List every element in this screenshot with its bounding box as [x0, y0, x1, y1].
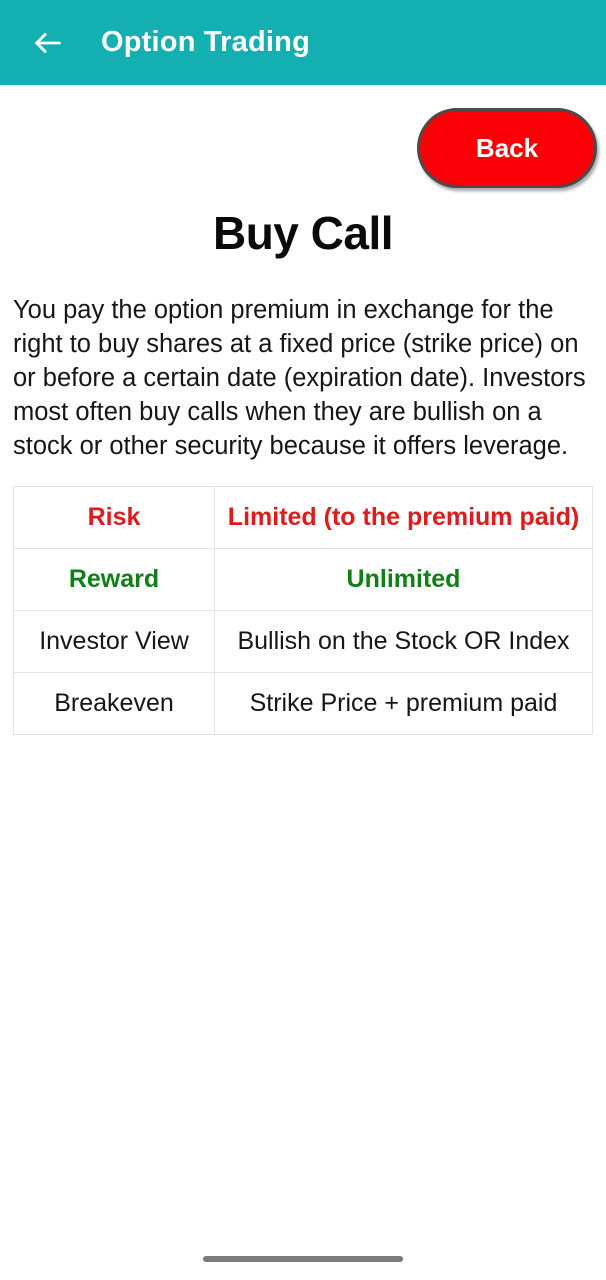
back-button-container: Back	[0, 85, 606, 188]
app-bar: Option Trading	[0, 0, 606, 85]
table-cell-value: Limited (to the premium paid)	[214, 486, 593, 549]
table-cell-label: Investor View	[13, 610, 215, 673]
content-area: Back Buy Call You pay the option premium…	[0, 85, 606, 1280]
table-row: Breakeven Strike Price + premium paid	[13, 672, 593, 735]
table-row: Risk Limited (to the premium paid)	[13, 486, 593, 549]
table-cell-label: Breakeven	[13, 672, 215, 735]
table-cell-value: Bullish on the Stock OR Index	[214, 610, 593, 673]
arrow-left-icon[interactable]	[28, 23, 68, 63]
back-button[interactable]: Back	[417, 108, 597, 188]
table-cell-label: Risk	[13, 486, 215, 549]
strategy-description: You pay the option premium in exchange f…	[13, 296, 586, 460]
table-row: Investor View Bullish on the Stock OR In…	[13, 610, 593, 673]
strategy-details-table: Risk Limited (to the premium paid) Rewar…	[13, 486, 593, 735]
table-row: Reward Unlimited	[13, 548, 593, 611]
table-cell-value: Strike Price + premium paid	[214, 672, 593, 735]
home-indicator[interactable]	[203, 1256, 403, 1262]
app-bar-title: Option Trading	[101, 26, 311, 58]
page-title: Buy Call	[212, 207, 394, 259]
table-cell-label: Reward	[13, 548, 215, 611]
table-cell-value: Unlimited	[214, 548, 593, 611]
